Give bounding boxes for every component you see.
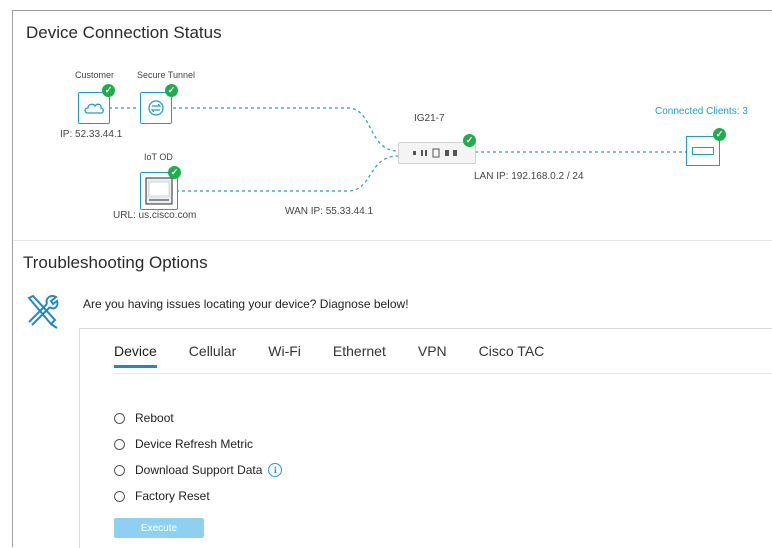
tab-wifi[interactable]: Wi-Fi [268,343,301,368]
client-device-icon [692,147,714,155]
router-name: IG21-7 [414,113,445,124]
option-refresh-metric[interactable]: Device Refresh Metric [114,431,282,457]
radio-download-support[interactable] [114,464,125,476]
tunnel-check-icon: ✓ [165,84,178,97]
radio-factory-reset[interactable] [114,490,125,502]
diagnostics-panel: Device Cellular Wi-Fi Ethernet VPN Cisco… [79,328,772,548]
clients-node[interactable] [686,136,720,166]
wan-ip: WAN IP: 55.33.44.1 [285,206,374,217]
tools-icon [23,292,61,335]
section-divider [13,240,772,241]
tab-cellular[interactable]: Cellular [189,343,236,368]
link-iot-router [176,155,399,192]
radio-refresh-metric[interactable] [114,438,125,450]
iot-check-icon: ✓ [168,166,181,179]
tabs-divider [114,373,772,374]
tunnel-node[interactable] [140,92,172,124]
info-icon[interactable]: i [268,463,283,477]
clients-check-icon: ✓ [713,128,726,141]
link-tunnel-router [173,107,399,152]
cloud-icon [84,103,104,114]
option-reboot[interactable]: Reboot [114,405,282,431]
router-check-icon: ✓ [463,134,476,147]
sync-arrows-icon [148,100,164,116]
iot-url: URL: us.cisco.com [113,210,197,221]
lan-ip: LAN IP: 192.168.0.2 / 24 [474,171,584,182]
diagnostics-tabs: Device Cellular Wi-Fi Ethernet VPN Cisco… [114,343,576,368]
customer-ip: IP: 52.33.44.1 [60,129,123,140]
customer-label: Customer [75,70,115,80]
troubleshooting-title: Troubleshooting Options [23,253,208,272]
customer-check-icon: ✓ [102,84,115,97]
connected-clients-link[interactable]: Connected Clients: 3 [655,106,748,117]
tab-cisco-tac[interactable]: Cisco TAC [479,343,545,368]
tab-device[interactable]: Device [114,343,157,368]
option-download-support-label: Download Support Data [135,463,263,477]
tunnel-label: Secure Tunnel [137,70,196,80]
main-frame: Device Connection Status Customer ✓ IP: … [12,10,772,548]
iot-label: IoT OD [144,152,173,162]
option-reboot-label: Reboot [135,411,174,425]
option-refresh-metric-label: Device Refresh Metric [135,437,254,451]
customer-node[interactable] [78,92,110,124]
router-ports-icon [413,148,457,158]
device-screen-icon [145,177,173,205]
device-options: Reboot Device Refresh Metric Download Su… [114,405,283,509]
option-factory-reset[interactable]: Factory Reset [114,483,282,509]
connection-lines [109,107,686,192]
tab-ethernet[interactable]: Ethernet [333,343,386,368]
tab-vpn[interactable]: VPN [418,343,447,368]
option-download-support[interactable]: Download Support Data i [114,457,283,483]
diagnose-question: Are you having issues locating your devi… [83,297,409,311]
execute-button[interactable]: Execute [114,518,204,538]
radio-reboot[interactable] [114,412,125,424]
option-factory-reset-label: Factory Reset [135,489,210,503]
